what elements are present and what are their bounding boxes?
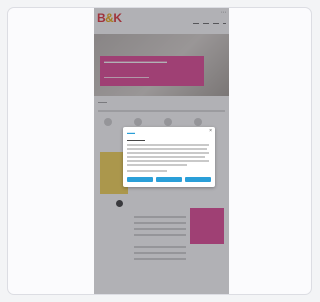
dialog-text-line — [127, 152, 209, 154]
dialog-text-line — [127, 164, 187, 166]
dialog-text-line — [127, 156, 205, 158]
dialog-text-line — [127, 160, 209, 162]
dialog-title: ▬▬▬▬▬▬ — [127, 138, 145, 142]
accept-all-button[interactable] — [185, 177, 211, 182]
settings-link[interactable] — [127, 170, 167, 172]
close-icon[interactable]: × — [209, 129, 212, 134]
consent-provider-logo: ▬▬ — [127, 130, 135, 135]
deny-button[interactable] — [127, 177, 153, 182]
cookie-consent-dialog: ▬▬ × ▬▬▬▬▬▬ — [123, 127, 215, 187]
browser-card: B&K ▪ ▪ ▪ ▬▬ ▬▬ ▬▬ ▬ ▬▬▬▬▬▬▬▬▬▬▬▬▬▬ ▬▬▬▬… — [7, 7, 312, 295]
dialog-text-line — [127, 144, 209, 146]
customize-button[interactable] — [156, 177, 182, 182]
dialog-text-line — [127, 148, 207, 150]
